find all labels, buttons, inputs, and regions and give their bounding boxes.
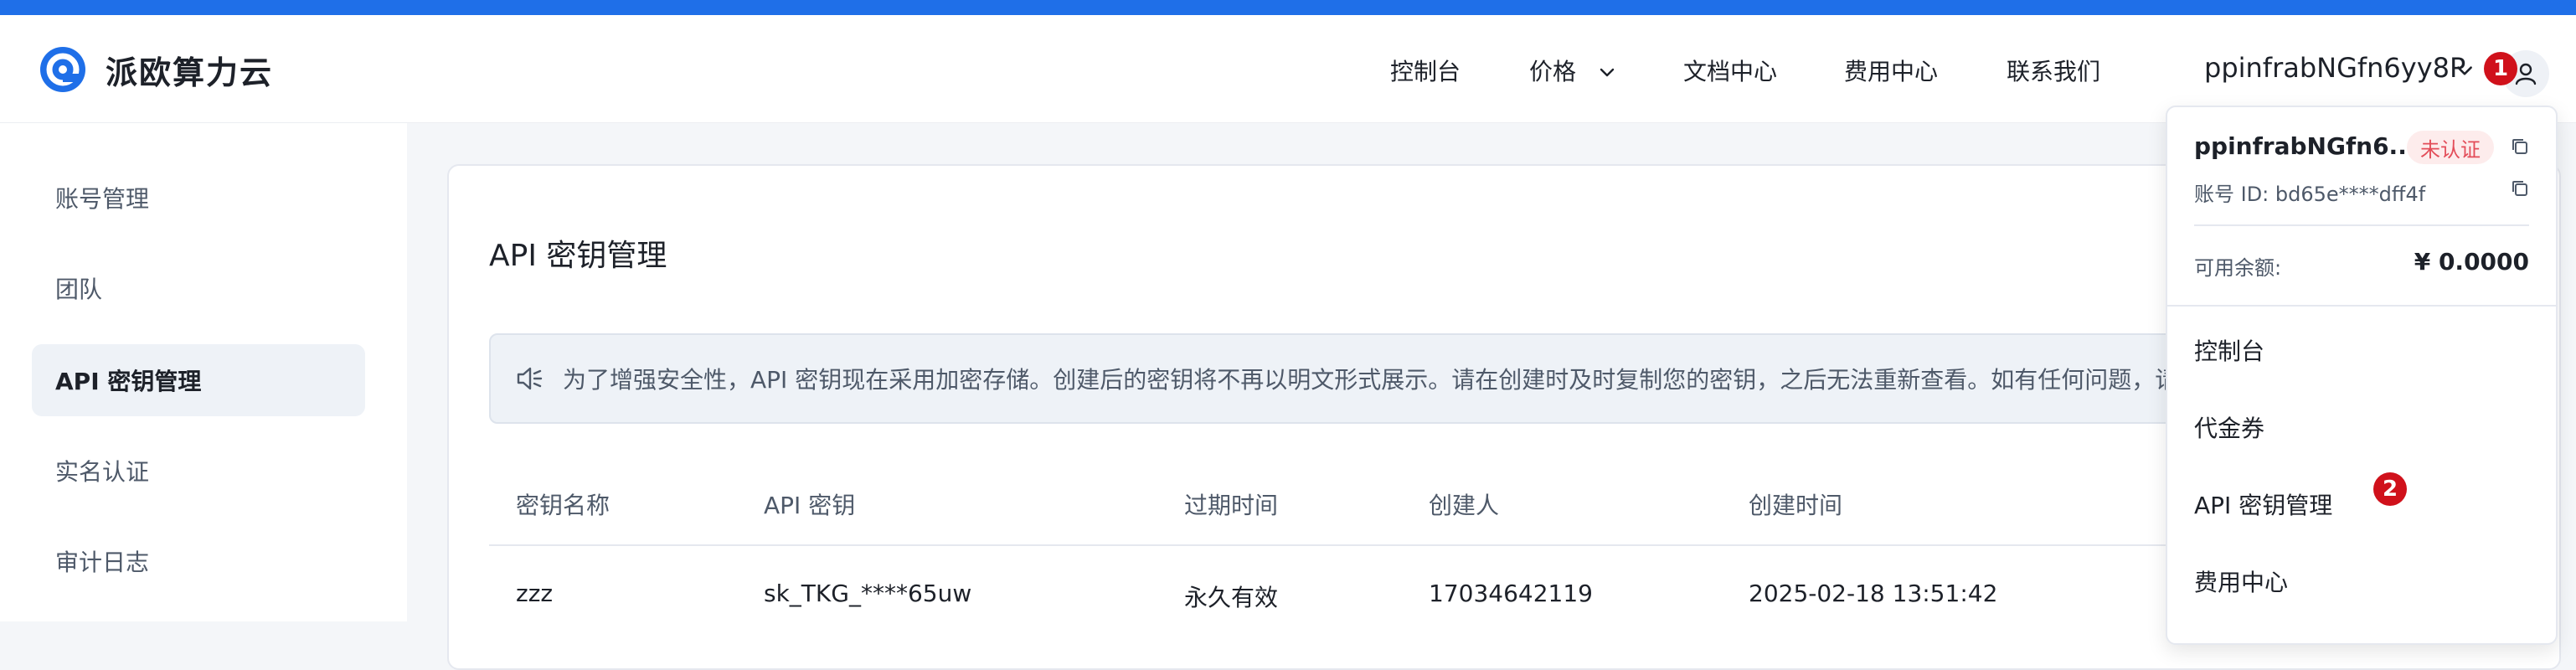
nav-pricing[interactable]: 价格 (1529, 54, 1617, 87)
dropdown-user-name: ppinfrabNGfn6... (2194, 132, 2416, 160)
column-header-name: 密钥名称 (516, 492, 611, 519)
nav-billing[interactable]: 费用中心 (1844, 54, 1938, 87)
column-header-key: API 密钥 (764, 492, 856, 519)
column-header-created-at: 创建时间 (1749, 492, 1843, 519)
sidebar-item-label: 实名认证 (55, 458, 150, 486)
step-badge-1: 1 (2484, 52, 2517, 85)
copy-icon[interactable] (2509, 136, 2531, 157)
step-badge-2: 2 (2373, 472, 2407, 506)
verification-status-tag[interactable]: 未认证 (2407, 131, 2494, 164)
column-header-creator: 创建人 (1429, 492, 1500, 519)
brand-logo[interactable]: 派欧算力云 (39, 45, 273, 94)
nav-contact[interactable]: 联系我们 (2007, 54, 2100, 87)
sidebar-item-api-keys[interactable]: API 密钥管理 (32, 344, 365, 416)
user-menu-name[interactable]: ppinfrabNGfn6yy8P (2204, 52, 2465, 84)
sidebar-item-label: 审计日志 (55, 549, 150, 576)
dropdown-account-id: 账号 ID: bd65e****dff4f (2194, 183, 2426, 206)
cell-expiry: 永久有效 (1184, 584, 1279, 611)
dropdown-item-vouchers[interactable]: 代金券 (2194, 410, 2264, 444)
dropdown-item-console[interactable]: 控制台 (2194, 333, 2264, 367)
sidebar-item-label: 团队 (55, 276, 103, 303)
cell-creator: 17034642119 (1429, 580, 1593, 607)
dropdown-divider (2167, 305, 2556, 307)
balance-value: ¥ 0.0000 (2414, 248, 2529, 276)
dropdown-item-billing[interactable]: 费用中心 (2194, 564, 2288, 598)
sidebar-item-verification[interactable]: 实名认证 (32, 435, 365, 507)
top-accent-bar (0, 0, 2576, 15)
logo-icon (40, 47, 85, 92)
cell-api-key: sk_TKG_****65uw (764, 580, 972, 607)
nav-pricing-label: 价格 (1529, 58, 1577, 85)
notice-text: 为了增强安全性，API 密钥现在采用加密存储。创建后的密钥将不再以明文形式展示。… (563, 366, 2179, 394)
balance-label: 可用余额: (2194, 256, 2282, 280)
nav-docs[interactable]: 文档中心 (1683, 54, 1777, 87)
dropdown-item-api-keys[interactable]: API 密钥管理 (2194, 487, 2332, 521)
copy-icon[interactable] (2509, 178, 2531, 199)
sidebar-item-label: API 密钥管理 (55, 368, 202, 395)
column-header-expiry: 过期时间 (1184, 492, 1279, 519)
page-title: API 密钥管理 (489, 239, 667, 273)
chevron-down-icon (1600, 68, 1615, 77)
sidebar-item-account[interactable]: 账号管理 (32, 162, 365, 234)
nav-console[interactable]: 控制台 (1390, 54, 1461, 87)
sidebar: 账号管理 团队 API 密钥管理 实名认证 审计日志 (0, 123, 407, 621)
user-dropdown: ppinfrabNGfn6... 未认证 账号 ID: bd65e****dff… (2166, 106, 2558, 645)
sidebar-item-team[interactable]: 团队 (32, 252, 365, 324)
speaker-icon (517, 367, 543, 390)
chevron-down-icon[interactable] (2454, 60, 2476, 82)
cell-key-name: zzz (516, 580, 554, 607)
sidebar-item-audit-log[interactable]: 审计日志 (32, 525, 365, 597)
brand-name: 派欧算力云 (106, 54, 274, 91)
sidebar-item-label: 账号管理 (55, 185, 150, 213)
cell-created-at: 2025-02-18 13:51:42 (1749, 580, 1998, 607)
dropdown-divider (2194, 224, 2529, 226)
